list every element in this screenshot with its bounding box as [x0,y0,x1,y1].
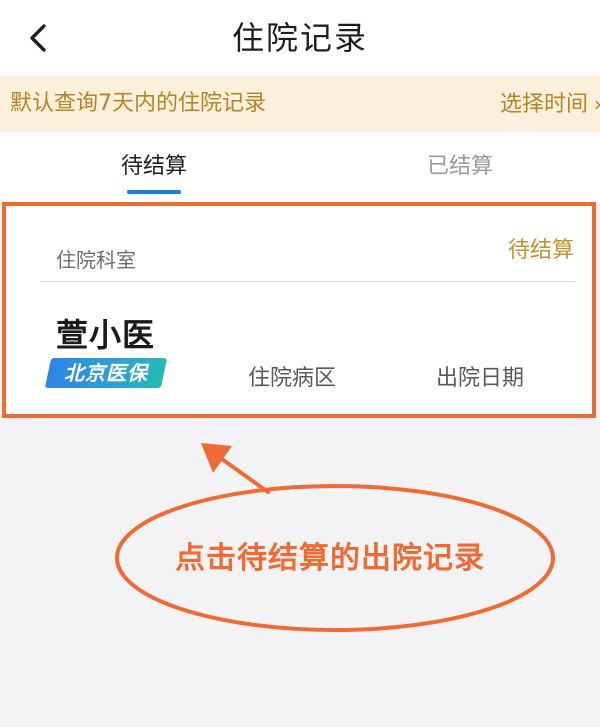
settlement-tabs: 待结算 已结算 [0,132,600,202]
query-notice-bar: 默认查询7天内的住院记录 选择时间› [0,76,600,132]
department-label: 住院科室 [56,248,136,272]
active-tab-indicator [127,190,181,194]
annotation-arrow-shaft [210,450,270,494]
chevron-right-icon: › [594,76,600,132]
app-header: 住院记录 [0,0,600,76]
discharge-date-label: 出院日期 [436,366,525,391]
select-time-button[interactable]: 选择时间› [500,76,600,132]
ward-label: 住院病区 [248,366,337,391]
tab-settled[interactable]: 已结算 [360,132,560,202]
insurance-badge-text: 北京医保 [64,361,148,385]
status-badge: 待结算 [507,238,574,263]
patient-name: 萱小医 [56,316,156,354]
card-divider [40,281,575,282]
annotation-text: 点击待结算的出院记录 [175,541,485,576]
tab-label: 已结算 [426,154,493,179]
select-time-label: 选择时间 [499,92,588,117]
tab-label: 待结算 [120,154,187,179]
page-title: 住院记录 [231,19,368,57]
query-range-notice: 默认查询7天内的住院记录 [10,91,266,116]
beijing-insurance-badge: 北京医保 [44,358,168,388]
arrow-head-icon [201,443,232,473]
